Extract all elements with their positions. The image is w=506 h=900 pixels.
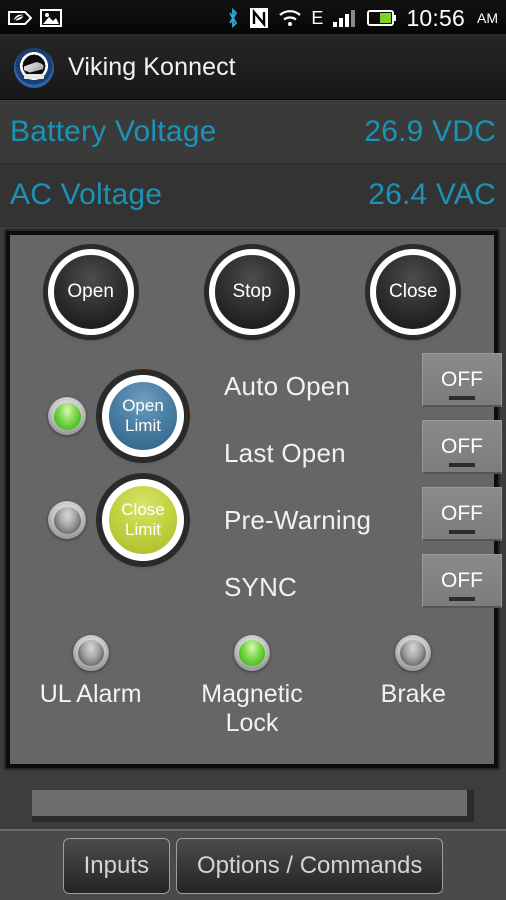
spinner-auto-open-value: OFF: [441, 367, 483, 391]
ul-alarm-label: UL Alarm: [39, 680, 142, 708]
open-limit-button[interactable]: Open Limit: [102, 375, 184, 457]
close-limit-led: [48, 501, 86, 539]
spinner-last-open-value: OFF: [441, 434, 483, 458]
battery-voltage-value: 26.9 VDC: [364, 115, 496, 148]
close-limit-group: Close Limit: [48, 479, 208, 561]
ul-alarm-led-core: [77, 640, 104, 666]
viking-konnect-logo-icon: [14, 47, 54, 88]
app-title: Viking Konnect: [68, 53, 236, 81]
option-label-pre-warning: Pre-Warning: [224, 505, 372, 535]
magnetic-lock-led-core: [238, 640, 265, 666]
option-label-last-open: Last Open: [224, 438, 346, 468]
ac-voltage-label: AC Voltage: [10, 178, 163, 211]
stop-button[interactable]: Stop: [208, 249, 295, 335]
battery-voltage-label: Battery Voltage: [10, 115, 217, 148]
spinner-pre-warning-value: OFF: [441, 501, 483, 525]
status-bar-time: 10:56: [406, 4, 465, 31]
inputs-button[interactable]: Inputs: [62, 837, 170, 894]
option-label-column: Auto Open Last Open Pre-Warning SYNC: [224, 353, 414, 621]
obscured-list-row: [32, 790, 474, 822]
limit-indicator-column: Open Limit Close Limit: [48, 375, 208, 583]
options-commands-button[interactable]: Options / Commands: [175, 837, 444, 894]
battery-icon: [367, 10, 397, 26]
open-limit-group: Open Limit: [48, 375, 208, 457]
logo-swoosh-shape: [24, 61, 44, 73]
close-limit-label-line1: Close: [121, 500, 165, 519]
spinner-pre-warning[interactable]: OFF: [422, 487, 502, 541]
status-bar-left-icons: [0, 8, 62, 28]
image-icon: [40, 9, 62, 27]
status-led-brake: Brake: [348, 635, 478, 709]
spinner-last-open[interactable]: OFF: [422, 420, 502, 474]
close-button-label: Close: [389, 281, 438, 302]
open-limit-led-core: [53, 402, 81, 430]
brake-label: Brake: [380, 680, 446, 708]
network-type-label: E: [311, 7, 324, 28]
status-bar: E 10:56 AM: [0, 0, 506, 36]
options-commands-button-label: Options / Commands: [196, 851, 423, 879]
readout-list: Battery Voltage 26.9 VDC AC Voltage 26.4…: [0, 101, 506, 227]
option-spinner-column: OFF OFF OFF OFF: [422, 353, 502, 621]
open-limit-label-line1: Open: [122, 396, 164, 415]
stop-button-label: Stop: [232, 281, 272, 302]
option-label-auto-open: Auto Open: [224, 371, 351, 401]
ul-alarm-led: [72, 635, 109, 671]
bottom-button-bar: Inputs Options / Commands: [0, 829, 506, 900]
signal-bars-icon: [333, 10, 356, 27]
spinner-sync[interactable]: OFF: [422, 554, 502, 608]
brake-led: [395, 635, 432, 671]
readout-row-battery-voltage: Battery Voltage 26.9 VDC: [0, 101, 506, 164]
logo-bar-shape: [24, 73, 44, 79]
status-led-magnetic-lock: Magnetic Lock: [187, 635, 317, 738]
status-bar-right-icons: E 10:56 AM: [226, 5, 506, 32]
status-bar-ampm: AM: [477, 10, 498, 26]
spinner-sync-value: OFF: [441, 568, 483, 592]
close-limit-button[interactable]: Close Limit: [102, 479, 184, 561]
panel-mid-section: Open Limit Close Limit Auto Open Last Op…: [10, 353, 502, 623]
readout-row-ac-voltage: AC Voltage 26.4 VAC: [0, 164, 506, 227]
open-limit-label-line2: Limit: [125, 416, 161, 435]
wifi-icon: [279, 10, 302, 26]
eco-leaf-icon: [8, 11, 32, 25]
bluetooth-icon: [229, 7, 238, 29]
control-button-row: Open Stop Close: [10, 249, 494, 335]
action-bar: Viking Konnect: [0, 36, 506, 100]
brake-led-core: [400, 640, 427, 666]
inputs-button-label: Inputs: [83, 851, 149, 879]
close-button[interactable]: Close: [370, 249, 457, 335]
status-led-row: UL Alarm Magnetic Lock Brake: [10, 635, 494, 738]
open-limit-led: [48, 397, 86, 435]
ac-voltage-value: 26.4 VAC: [368, 178, 496, 211]
status-led-ul-alarm: UL Alarm: [26, 635, 156, 709]
nfc-icon: [250, 8, 269, 28]
spinner-auto-open[interactable]: OFF: [422, 353, 502, 407]
control-panel-dialog: Open Stop Close Open Limit Close Limit A…: [6, 231, 502, 768]
option-label-sync: SYNC: [224, 572, 298, 602]
close-limit-label-line2: Limit: [125, 520, 161, 539]
magnetic-lock-label: Magnetic Lock: [201, 680, 303, 737]
close-limit-led-core: [53, 506, 81, 534]
open-button[interactable]: Open: [47, 249, 134, 335]
magnetic-lock-led: [233, 635, 270, 671]
open-button-label: Open: [67, 281, 114, 302]
app-root: E 10:56 AM Viking Konnect Battery Voltag…: [0, 0, 506, 900]
